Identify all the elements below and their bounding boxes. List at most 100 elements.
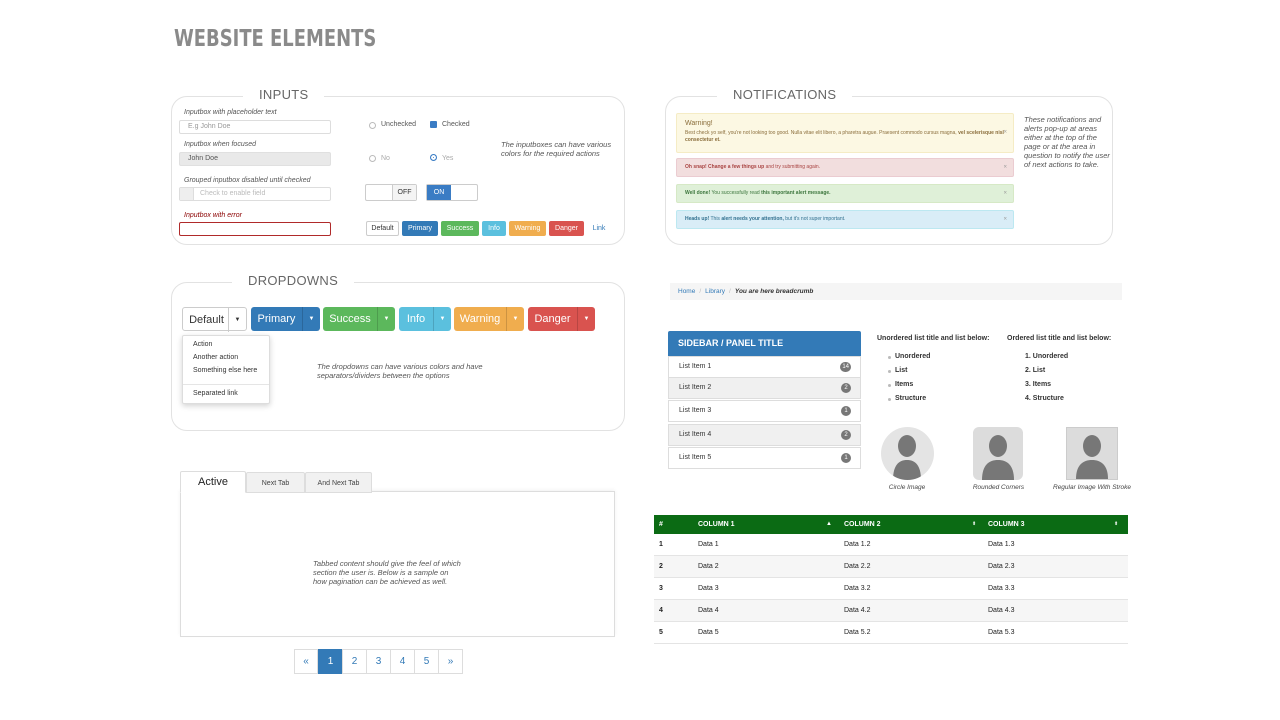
pagination-page-4[interactable]: 4	[390, 649, 415, 674]
error-input-label: Inputbox with error	[184, 212, 242, 219]
caret-down-icon[interactable]: ▼	[506, 307, 524, 331]
link-button[interactable]: Link	[587, 221, 611, 236]
breadcrumb-separator: /	[699, 288, 702, 295]
close-icon[interactable]: ×	[1003, 164, 1007, 171]
tab-next[interactable]: Next Tab	[246, 472, 305, 493]
sidebar-item-5[interactable]: List Item 5 1	[668, 447, 861, 469]
warning-alert-title: Warning!	[685, 120, 713, 127]
tab-and-next[interactable]: And Next Tab	[305, 472, 372, 493]
grouped-input-addon[interactable]	[180, 188, 194, 200]
table-row: 2 Data 2 Data 2.2 Data 2.3	[654, 556, 1128, 578]
table-cell: Data 3	[698, 585, 719, 592]
sidebar-item-label: List Item 3	[679, 407, 712, 414]
tab-active[interactable]: Active	[180, 471, 246, 493]
checked-label: Checked	[442, 121, 470, 128]
default-button[interactable]: Default	[366, 221, 399, 236]
info-alert-text: This	[710, 216, 720, 222]
ordered-item: 4. Structure	[1025, 395, 1064, 402]
pagination-page-1[interactable]: 1	[318, 649, 343, 674]
dropdown-item-action[interactable]: Action	[193, 341, 212, 348]
table-cell: Data 5.2	[844, 629, 871, 636]
table-header-column-3[interactable]: COLUMN 3	[988, 515, 1025, 534]
checked-checkbox[interactable]	[430, 121, 437, 128]
primary-dropdown-label: Primary	[257, 313, 296, 325]
yes-label: Yes	[442, 155, 454, 162]
sidebar-item-2[interactable]: List Item 2 2	[668, 377, 861, 399]
info-dropdown[interactable]: Info ▼	[399, 307, 451, 331]
info-alert-bold: Heads up!	[685, 216, 710, 222]
dropdown-item-separated-link[interactable]: Separated link	[193, 390, 238, 397]
table-cell: Data 3.3	[988, 585, 1015, 592]
no-label: No	[381, 155, 390, 162]
caret-down-icon[interactable]: ▼	[577, 307, 595, 331]
error-input[interactable]	[179, 222, 331, 236]
table-cell: Data 5.3	[988, 629, 1015, 636]
ordered-item: 2. List	[1025, 367, 1046, 374]
breadcrumb-separator: /	[729, 288, 731, 295]
table-header-column-1[interactable]: COLUMN 1	[698, 515, 735, 534]
pagination-page-2[interactable]: 2	[342, 649, 367, 674]
sidebar-item-label: List Item 4	[679, 431, 712, 438]
primary-dropdown[interactable]: Primary ▼	[251, 307, 320, 331]
breadcrumb-current: You are here breadcrumb	[734, 288, 814, 295]
table-header-column-2[interactable]: COLUMN 2	[844, 515, 881, 534]
unchecked-radio[interactable]	[369, 122, 376, 129]
caret-down-icon[interactable]: ▼	[302, 307, 320, 331]
list-bullet	[888, 370, 891, 373]
caret-down-icon[interactable]: ▼	[228, 308, 246, 332]
pagination-next[interactable]: »	[438, 649, 463, 674]
danger-dropdown[interactable]: Danger ▼	[528, 307, 595, 331]
table-row: 1 Data 1 Data 1.2 Data 1.3	[654, 534, 1128, 556]
close-icon[interactable]: ×	[1003, 216, 1007, 223]
toggle-off[interactable]: OFF	[365, 184, 417, 201]
sort-ascending-icon[interactable]: ▲	[826, 515, 832, 534]
danger-button[interactable]: Danger	[549, 221, 584, 236]
table-cell: Data 4	[698, 607, 719, 614]
dropdown-item-another-action[interactable]: Another action	[193, 354, 238, 361]
sidebar-item-4[interactable]: List Item 4 2	[668, 424, 861, 446]
breadcrumb-library[interactable]: Library	[705, 288, 725, 295]
placeholder-input[interactable]: E.g John Doe	[179, 120, 331, 134]
caret-down-icon[interactable]: ▼	[433, 307, 451, 331]
dropdown-divider	[183, 384, 269, 385]
ordered-item: 1. Unordered	[1025, 353, 1069, 360]
sidebar-title: SIDEBAR / PANEL TITLE	[668, 331, 861, 356]
info-button[interactable]: Info	[482, 221, 506, 236]
focused-input[interactable]: John Doe	[179, 152, 331, 166]
sidebar-item-1[interactable]: List Item 1 14	[668, 356, 861, 378]
dropdown-item-something-else[interactable]: Something else here	[193, 367, 257, 374]
warning-button[interactable]: Warning	[509, 221, 546, 236]
sidebar-item-3[interactable]: List Item 3 1	[668, 400, 861, 422]
table-cell: 1	[659, 541, 663, 548]
inputs-title: INPUTS	[243, 87, 325, 102]
warning-dropdown[interactable]: Warning ▼	[454, 307, 524, 331]
caret-down-icon[interactable]: ▼	[377, 307, 395, 331]
primary-button[interactable]: Primary	[402, 221, 438, 236]
no-radio[interactable]	[369, 155, 376, 162]
unordered-item: List	[895, 367, 908, 374]
close-icon[interactable]: ×	[1003, 190, 1007, 197]
pagination-prev[interactable]: «	[294, 649, 318, 674]
info-alert-text-2: but it's not super important.	[785, 216, 846, 222]
success-alert-bold-2: this important alert message.	[761, 190, 831, 196]
success-dropdown[interactable]: Success ▼	[323, 307, 395, 331]
default-dropdown[interactable]: Default ▼	[182, 307, 247, 332]
danger-alert: Oh snap! Change a few things up and try …	[676, 158, 1014, 177]
toggle-on[interactable]: ON	[426, 184, 478, 201]
focused-input-label: Inputbox when focused	[184, 141, 256, 148]
rounded-image	[973, 427, 1023, 480]
pagination-page-3[interactable]: 3	[366, 649, 391, 674]
pagination-page-5[interactable]: 5	[414, 649, 439, 674]
table-cell: Data 2	[698, 563, 719, 570]
yes-radio[interactable]	[430, 154, 437, 161]
breadcrumb-home[interactable]: Home	[678, 288, 695, 295]
sort-icon[interactable]: ⬍	[1114, 515, 1118, 534]
dropdowns-title: DROPDOWNS	[232, 273, 355, 288]
grouped-input[interactable]: Check to enable field	[179, 187, 331, 201]
success-button[interactable]: Success	[441, 221, 479, 236]
circle-image	[881, 427, 934, 480]
close-icon[interactable]: ×	[1003, 130, 1007, 137]
table-cell: Data 1.2	[844, 541, 871, 548]
sort-icon[interactable]: ⬍	[972, 515, 976, 534]
table-row: 3 Data 3 Data 3.2 Data 3.3	[654, 578, 1128, 600]
